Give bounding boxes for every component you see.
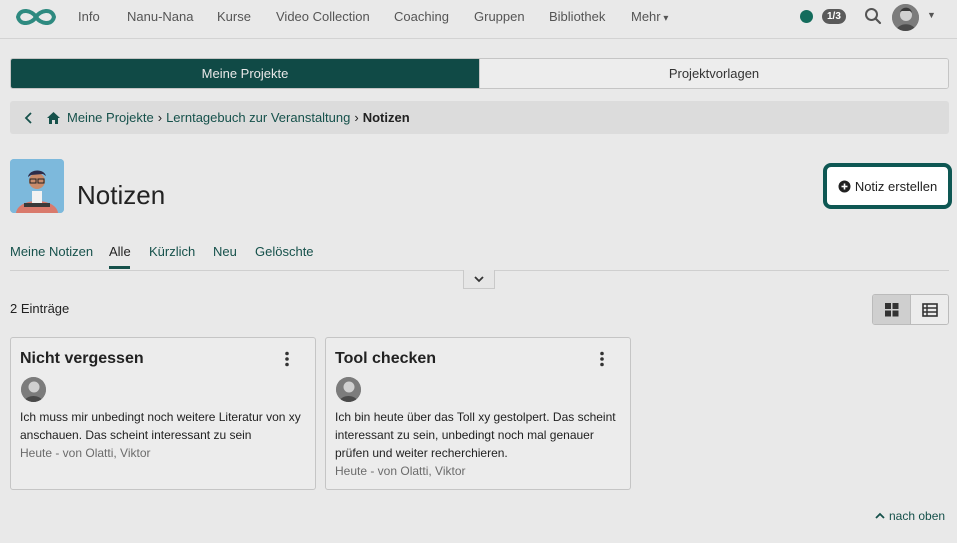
back-to-top-link[interactable]: nach oben xyxy=(874,509,945,523)
highlight-frame: Notiz erstellen xyxy=(823,163,952,209)
more-vertical-icon[interactable] xyxy=(599,351,605,367)
nav-item-mehr[interactable]: Mehr xyxy=(631,9,668,24)
tab-kuerzlich[interactable]: Kürzlich xyxy=(149,244,195,259)
search-icon[interactable] xyxy=(864,7,882,25)
user-avatar[interactable] xyxy=(892,4,919,31)
home-icon[interactable] xyxy=(46,111,61,125)
list-view-button[interactable] xyxy=(911,295,948,324)
tab-geloeschte[interactable]: Gelöschte xyxy=(255,244,314,259)
note-body: Ich bin heute über das Toll xy gestolper… xyxy=(335,408,625,480)
back-to-top-label: nach oben xyxy=(889,509,946,523)
breadcrumb-link-meine-projekte[interactable]: Meine Projekte xyxy=(67,110,154,125)
note-title[interactable]: Nicht vergessen xyxy=(20,350,144,368)
grid-icon xyxy=(885,303,899,317)
nav-item-info[interactable]: Info xyxy=(78,9,100,24)
tab-meine-notizen[interactable]: Meine Notizen xyxy=(10,244,93,259)
entry-count: 2 Einträge xyxy=(10,301,70,316)
create-note-label: Notiz erstellen xyxy=(854,178,938,194)
divider xyxy=(0,38,957,39)
avatar xyxy=(336,377,361,402)
note-text: Ich bin heute über das Toll xy gestolper… xyxy=(335,410,616,460)
nav-item-nanu-nana[interactable]: Nanu-Nana xyxy=(127,9,194,24)
chevron-down-icon[interactable]: ▼ xyxy=(927,10,936,20)
plus-circle-icon xyxy=(838,180,851,192)
note-card[interactable]: Tool checken Ich bin heute über das Toll… xyxy=(325,337,631,490)
page-title: Notizen xyxy=(77,180,166,210)
note-card[interactable]: Nicht vergessen Ich muss mir unbedingt n… xyxy=(10,337,316,490)
list-icon xyxy=(921,302,938,317)
breadcrumb-link-lerntagebuch[interactable]: Lerntagebuch zur Veranstaltung xyxy=(166,110,350,125)
chevron-right-icon: › xyxy=(157,110,163,125)
view-switch xyxy=(872,294,949,325)
breadcrumb-current: Notizen xyxy=(362,110,410,125)
top-navigation: Info Nanu-Nana Kurse Video Collection Co… xyxy=(0,0,957,34)
logo-icon[interactable] xyxy=(12,6,60,28)
note-meta: Heute - von Olatti, Viktor xyxy=(20,446,151,460)
tab-alle[interactable]: Alle xyxy=(109,244,131,259)
project-segment-control: Meine Projekte Projektvorlagen xyxy=(10,58,949,89)
avatar xyxy=(21,377,46,402)
tab-neu[interactable]: Neu xyxy=(213,244,237,259)
note-meta: Heute - von Olatti, Viktor xyxy=(335,464,466,478)
chevron-up-icon xyxy=(875,512,885,519)
chevron-right-icon: › xyxy=(354,110,359,125)
tab-meine-projekte[interactable]: Meine Projekte xyxy=(11,59,479,88)
nav-item-coaching[interactable]: Coaching xyxy=(394,9,449,24)
note-body: Ich muss mir unbedingt noch weitere Lite… xyxy=(20,408,310,462)
nav-item-video-collection[interactable]: Video Collection xyxy=(276,9,370,24)
create-note-button[interactable]: Notiz erstellen xyxy=(831,172,944,200)
grid-view-button[interactable] xyxy=(873,295,911,324)
breadcrumb: Meine Projekte › Lerntagebuch zur Verans… xyxy=(10,101,949,134)
nav-item-kurse[interactable]: Kurse xyxy=(217,9,251,24)
active-tab-indicator xyxy=(109,266,130,269)
note-text: Ich muss mir unbedingt noch weitere Lite… xyxy=(20,410,301,442)
chevron-down-icon xyxy=(474,276,484,283)
more-vertical-icon[interactable] xyxy=(284,351,290,367)
nav-item-gruppen[interactable]: Gruppen xyxy=(474,9,525,24)
chevron-left-icon[interactable] xyxy=(22,111,36,125)
tab-projektvorlagen[interactable]: Projektvorlagen xyxy=(479,59,948,88)
expand-filters-button[interactable] xyxy=(463,270,495,289)
note-title[interactable]: Tool checken xyxy=(335,350,436,368)
nav-item-bibliothek[interactable]: Bibliothek xyxy=(549,9,605,24)
project-avatar xyxy=(10,159,64,213)
notification-badge[interactable]: 1/3 xyxy=(822,9,846,24)
status-indicator[interactable] xyxy=(800,10,813,23)
